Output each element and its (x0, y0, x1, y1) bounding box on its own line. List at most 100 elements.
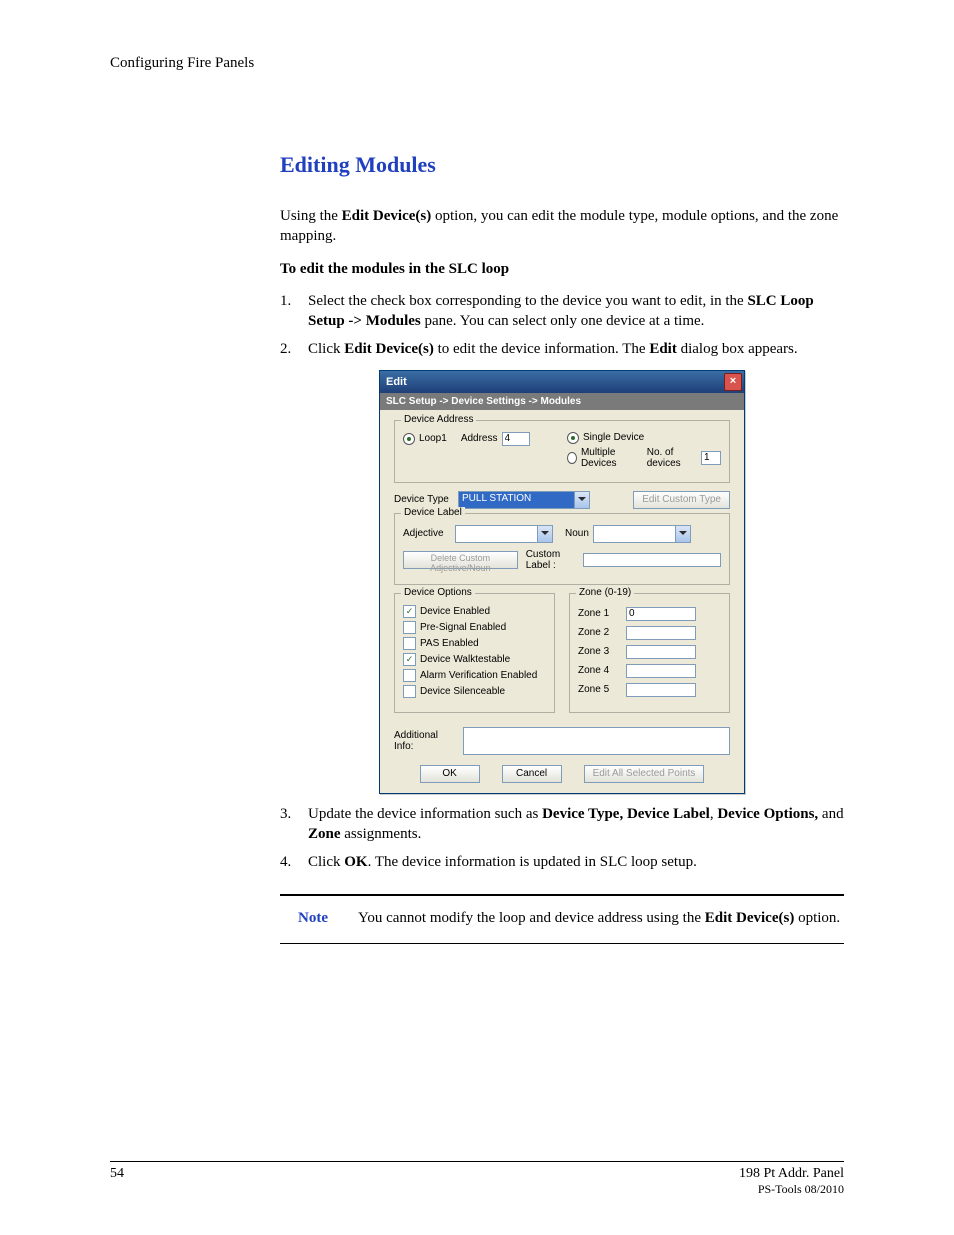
list-item: 1. Select the check box corresponding to… (280, 291, 844, 332)
zone-group: Zone (0-19) Zone 1 Zone 2 Zone 3 Zone 4 … (569, 593, 730, 713)
text-bold: Edit Device(s) (705, 910, 795, 926)
loop1-radio[interactable] (403, 433, 415, 445)
list-item: 4. Click OK. The device information is u… (280, 852, 844, 872)
text: and (818, 806, 843, 822)
device-type-select[interactable]: PULL STATION (458, 491, 590, 509)
address-input[interactable] (502, 432, 530, 446)
step-number: 2. (280, 339, 308, 359)
text: to edit the device information. The (434, 341, 650, 357)
zone4-input[interactable] (626, 664, 696, 678)
multiple-devices-label: Multiple Devices (581, 447, 639, 469)
step-list: 1. Select the check box corresponding to… (280, 291, 844, 360)
option-label: Device Walktestable (420, 654, 510, 665)
intro-paragraph: Using the Edit Device(s) option, you can… (280, 206, 844, 247)
group-legend: Device Address (401, 414, 476, 425)
text: Click (308, 341, 344, 357)
text: Click (308, 854, 344, 870)
option-label: Alarm Verification Enabled (420, 670, 537, 681)
device-options-group: Device Options Device Enabled Pre-Signal… (394, 593, 555, 713)
device-type-value: PULL STATION (459, 492, 574, 508)
noun-label: Noun (565, 528, 589, 539)
zone1-label: Zone 1 (578, 608, 618, 619)
noun-select[interactable] (593, 525, 691, 543)
text: dialog box appears. (677, 341, 798, 357)
adjective-value (456, 526, 537, 542)
dialog-titlebar[interactable]: Edit × (380, 371, 744, 393)
section-heading: Editing Modules (280, 152, 844, 178)
footer-date: PS-Tools 08/2010 (739, 1182, 844, 1197)
custom-label-input[interactable] (583, 553, 721, 567)
walktestable-checkbox[interactable] (403, 653, 416, 666)
custom-label-label: Custom Label : (526, 549, 579, 571)
text: pane. You can select only one device at … (421, 313, 705, 329)
device-address-group: Device Address Loop1 Address (394, 420, 730, 483)
chevron-down-icon[interactable] (574, 492, 589, 508)
chevron-down-icon[interactable] (675, 526, 690, 542)
chevron-down-icon[interactable] (537, 526, 552, 542)
text: Using the (280, 208, 342, 224)
step-number: 4. (280, 852, 308, 872)
step-list-continued: 3. Update the device information such as… (280, 804, 844, 873)
text: . The device information is updated in S… (368, 854, 697, 870)
device-type-label: Device Type (394, 494, 454, 505)
zone5-input[interactable] (626, 683, 696, 697)
group-legend: Device Options (401, 587, 475, 598)
text-bold: Device Type, Device Label (542, 806, 710, 822)
note-label: Note (298, 910, 328, 927)
text: You cannot modify the loop and device ad… (358, 910, 705, 926)
device-enabled-checkbox[interactable] (403, 605, 416, 618)
zone3-input[interactable] (626, 645, 696, 659)
option-label: Device Silenceable (420, 686, 505, 697)
delete-custom-adj-noun-button[interactable]: Delete Custom Adjective/Noun (403, 551, 518, 569)
text-bold: Edit (649, 341, 677, 357)
edit-custom-type-button[interactable]: Edit Custom Type (633, 491, 730, 509)
zone5-label: Zone 5 (578, 684, 618, 695)
adjective-label: Adjective (403, 528, 451, 539)
zone2-input[interactable] (626, 626, 696, 640)
presignal-enabled-checkbox[interactable] (403, 621, 416, 634)
pas-enabled-checkbox[interactable] (403, 637, 416, 650)
ok-button[interactable]: OK (420, 765, 480, 783)
text-bold: Edit Device(s) (342, 208, 432, 224)
single-device-label: Single Device (583, 432, 644, 443)
cancel-button[interactable]: Cancel (502, 765, 562, 783)
note-rule-top (280, 894, 844, 896)
list-item: 2. Click Edit Device(s) to edit the devi… (280, 339, 844, 359)
note-block: Note You cannot modify the loop and devi… (280, 906, 844, 931)
footer-product: 198 Pt Addr. Panel (739, 1166, 844, 1182)
list-item: 3. Update the device information such as… (280, 804, 844, 845)
alarm-verification-checkbox[interactable] (403, 669, 416, 682)
single-device-radio[interactable] (567, 432, 579, 444)
group-legend: Zone (0-19) (576, 587, 634, 598)
loop1-label: Loop1 (419, 433, 447, 444)
address-label: Address (461, 433, 498, 444)
text-bold: Zone (308, 826, 341, 842)
noun-value (594, 526, 675, 542)
zone1-input[interactable] (626, 607, 696, 621)
adjective-select[interactable] (455, 525, 553, 543)
step-number: 3. (280, 804, 308, 845)
text: option. (794, 910, 840, 926)
zone2-label: Zone 2 (578, 627, 618, 638)
step-number: 1. (280, 291, 308, 332)
option-label: PAS Enabled (420, 638, 479, 649)
zone4-label: Zone 4 (578, 665, 618, 676)
close-icon[interactable]: × (724, 373, 742, 391)
text: Select the check box corresponding to th… (308, 293, 747, 309)
text: assignments. (341, 826, 422, 842)
page-number: 54 (110, 1166, 124, 1197)
additional-info-input[interactable] (463, 727, 730, 755)
edit-all-selected-button[interactable]: Edit All Selected Points (584, 765, 705, 783)
text-bold: Device Options, (717, 806, 818, 822)
page-footer: 54 198 Pt Addr. Panel PS-Tools 08/2010 (110, 1161, 844, 1197)
text: Update the device information such as (308, 806, 542, 822)
additional-info-label: Additional Info: (394, 730, 459, 752)
dialog-breadcrumb: SLC Setup -> Device Settings -> Modules (380, 393, 744, 410)
option-label: Pre-Signal Enabled (420, 622, 506, 633)
multiple-devices-radio[interactable] (567, 452, 577, 464)
no-devices-input[interactable] (701, 451, 721, 465)
edit-dialog: Edit × SLC Setup -> Device Settings -> M… (379, 370, 745, 794)
option-label: Device Enabled (420, 606, 490, 617)
group-legend: Device Label (401, 507, 465, 518)
silenceable-checkbox[interactable] (403, 685, 416, 698)
